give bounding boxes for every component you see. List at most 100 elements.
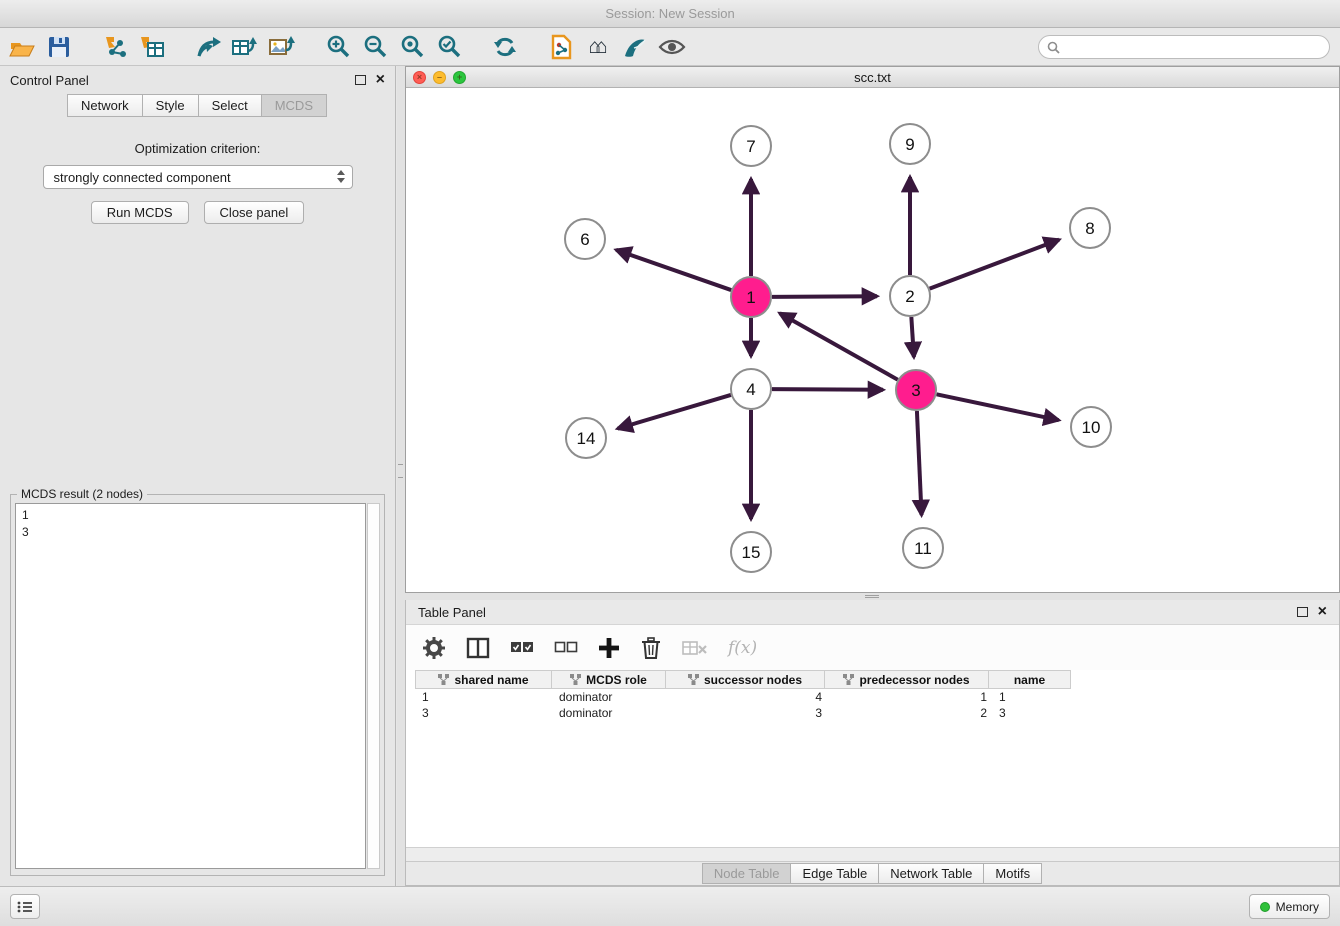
network-file-icon	[549, 34, 573, 60]
graph-node[interactable]: 6	[565, 219, 605, 259]
graph-node[interactable]: 8	[1070, 208, 1110, 248]
node-table-header: shared name MCDS role successor nodes pr…	[416, 670, 1339, 689]
import-network-button[interactable]	[100, 31, 130, 63]
graph-node[interactable]: 11	[903, 528, 943, 568]
search-input[interactable]	[1066, 40, 1321, 54]
task-history-button[interactable]	[10, 894, 40, 919]
run-mcds-button[interactable]: Run MCDS	[91, 201, 189, 224]
show-hide-graphics-button[interactable]	[657, 31, 687, 63]
graph-node[interactable]: 1	[731, 277, 771, 317]
close-panel-icon[interactable]: ×	[1318, 607, 1327, 617]
control-panel: Control Panel × Network Style Select MCD…	[0, 66, 396, 886]
graph-node[interactable]: 4	[731, 369, 771, 409]
graph-node-label: 14	[577, 429, 596, 448]
graph-edge[interactable]	[917, 411, 922, 515]
float-panel-icon[interactable]	[355, 75, 366, 85]
graph-node-label: 7	[746, 137, 755, 156]
show-columns-icon[interactable]	[466, 637, 490, 659]
save-session-button[interactable]	[44, 31, 74, 63]
network-window-titlebar[interactable]: × – + scc.txt	[406, 67, 1339, 88]
delete-table-icon[interactable]	[682, 639, 708, 657]
network-canvas[interactable]: 7 9 6 8 1 2 4 3 14 10 15 11	[406, 88, 1339, 592]
export-network-button[interactable]	[193, 31, 223, 63]
graph-node[interactable]: 10	[1071, 407, 1111, 447]
tab-network-table[interactable]: Network Table	[878, 863, 984, 884]
criterion-selected-value: strongly connected component	[54, 170, 231, 185]
zoom-selected-icon	[437, 34, 462, 59]
graph-node[interactable]: 7	[731, 126, 771, 166]
table-row[interactable]: 1 dominator 4 1 1	[416, 689, 1339, 705]
graph-edge[interactable]	[772, 296, 877, 297]
graph-node-label: 6	[580, 230, 589, 249]
vertical-splitter[interactable]	[397, 66, 405, 886]
create-column-plus-icon[interactable]	[598, 637, 620, 659]
result-scrollbar[interactable]	[367, 503, 380, 869]
column-header-shared-name[interactable]: shared name	[415, 670, 552, 689]
column-type-icon	[843, 674, 854, 685]
delete-column-trash-icon[interactable]	[640, 636, 662, 659]
deselect-all-rows-icon[interactable]	[554, 639, 578, 656]
tab-node-table[interactable]: Node Table	[702, 863, 792, 884]
zoom-in-icon	[326, 34, 351, 59]
column-header-mcds-role[interactable]: MCDS role	[551, 670, 666, 689]
close-window-icon[interactable]: ×	[413, 71, 426, 84]
graph-node[interactable]: 2	[890, 276, 930, 316]
select-all-rows-icon[interactable]	[510, 639, 534, 656]
close-panel-button[interactable]: Close panel	[204, 201, 305, 224]
zoom-in-button[interactable]	[323, 31, 353, 63]
refresh-layout-button[interactable]	[490, 31, 520, 63]
graph-edge[interactable]	[772, 389, 883, 390]
graph-edge[interactable]	[618, 395, 731, 429]
tab-network[interactable]: Network	[67, 94, 143, 117]
cell-successor-nodes: 4	[668, 690, 828, 704]
zoom-window-icon[interactable]: +	[453, 71, 466, 84]
column-header-name[interactable]: name	[988, 670, 1071, 689]
tab-mcds[interactable]: MCDS	[261, 94, 327, 117]
import-table-button[interactable]	[137, 31, 167, 63]
close-panel-icon[interactable]: ×	[376, 75, 385, 85]
memory-button[interactable]: Memory	[1249, 894, 1330, 919]
graph-node[interactable]: 9	[890, 124, 930, 164]
table-row[interactable]: 3 dominator 3 2 3	[416, 705, 1339, 721]
cell-mcds-role: dominator	[553, 690, 668, 704]
tab-style[interactable]: Style	[142, 94, 199, 117]
graph-node-label: 9	[905, 135, 914, 154]
tab-edge-table[interactable]: Edge Table	[790, 863, 879, 884]
graph-node-label: 2	[905, 287, 914, 306]
tab-motifs[interactable]: Motifs	[983, 863, 1042, 884]
open-network-file-button[interactable]	[546, 31, 576, 63]
graph-edge[interactable]	[930, 240, 1059, 289]
table-panel-header: Table Panel ×	[406, 600, 1339, 625]
zoom-out-button[interactable]	[360, 31, 390, 63]
table-horizontal-scrollbar[interactable]	[406, 847, 1339, 861]
export-network-icon	[195, 35, 222, 59]
graph-edge[interactable]	[937, 394, 1059, 420]
mcds-result-list[interactable]: 1 3	[15, 503, 366, 869]
horizontal-splitter[interactable]	[405, 593, 1340, 600]
import-table-icon	[139, 35, 165, 59]
table-toolbar: f(x)	[406, 625, 1339, 670]
apply-style-button[interactable]	[620, 31, 650, 63]
export-table-button[interactable]	[230, 31, 260, 63]
graph-edge[interactable]	[911, 317, 914, 357]
graph-node[interactable]: 14	[566, 418, 606, 458]
table-settings-gear-icon[interactable]	[422, 636, 446, 660]
zoom-selected-button[interactable]	[434, 31, 464, 63]
graph-edge[interactable]	[780, 313, 898, 379]
column-header-predecessor-nodes[interactable]: predecessor nodes	[824, 670, 989, 689]
graph-node[interactable]: 3	[896, 370, 936, 410]
graph-edge[interactable]	[616, 250, 731, 290]
tab-select[interactable]: Select	[198, 94, 262, 117]
minimize-window-icon[interactable]: –	[433, 71, 446, 84]
export-image-button[interactable]	[267, 31, 297, 63]
open-session-button[interactable]	[7, 31, 37, 63]
search-box[interactable]	[1038, 35, 1330, 59]
graph-node[interactable]: 15	[731, 532, 771, 572]
float-panel-icon[interactable]	[1297, 607, 1308, 617]
criterion-select[interactable]: strongly connected component	[43, 165, 353, 189]
export-image-icon	[268, 35, 296, 59]
column-header-successor-nodes[interactable]: successor nodes	[665, 670, 825, 689]
zoom-fit-button[interactable]	[397, 31, 427, 63]
home-button[interactable]: ⌂⌂	[583, 31, 613, 63]
function-builder-button[interactable]: f(x)	[728, 638, 757, 658]
